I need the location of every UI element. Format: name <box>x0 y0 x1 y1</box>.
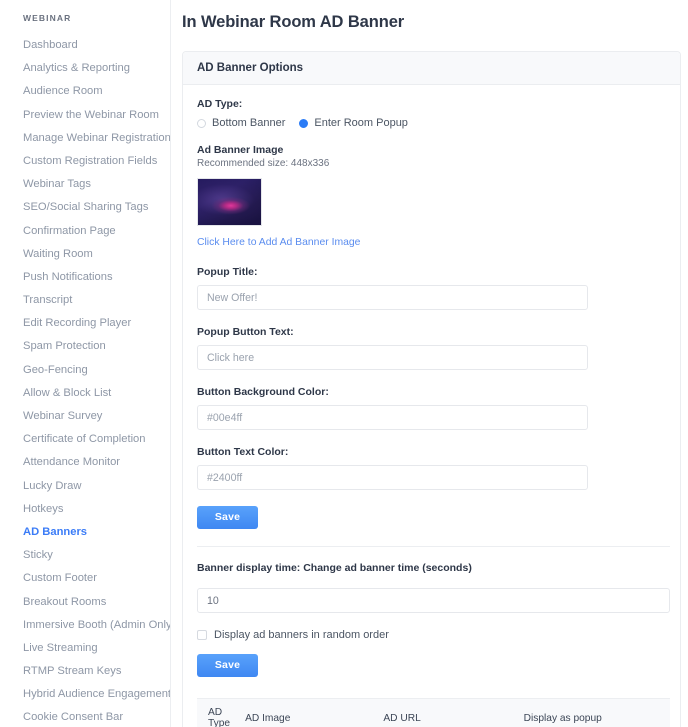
sidebar-item-webinar-tags[interactable]: Webinar Tags <box>0 173 170 196</box>
sidebar-item-certificate-of-completion[interactable]: Certificate of Completion <box>0 428 170 451</box>
sidebar-item-custom-registration-fields[interactable]: Custom Registration Fields <box>0 150 170 173</box>
random-order-row: Display ad banners in random order <box>197 629 666 641</box>
sidebar-item-geo-fencing[interactable]: Geo-Fencing <box>0 359 170 382</box>
save-display-time-button[interactable]: Save <box>197 654 258 677</box>
ad-banner-image-label: Ad Banner Image <box>197 144 284 156</box>
popup-title-label: Popup Title: <box>197 266 258 278</box>
ad-type-radio-group: Bottom Banner Enter Room Popup <box>197 117 666 129</box>
sidebar-item-ad-banners[interactable]: AD Banners <box>0 521 170 544</box>
sidebar-nav-list: Dashboard Analytics & Reporting Audience… <box>0 34 170 727</box>
add-ad-banner-image-link[interactable]: Click Here to Add Ad Banner Image <box>197 237 360 248</box>
ad-banners-table-head: AD Type AD Image AD URL Display as popup <box>197 698 670 727</box>
sidebar-item-sticky[interactable]: Sticky <box>0 544 170 567</box>
ad-banners-table: AD Type AD Image AD URL Display as popup <box>197 698 670 727</box>
banner-display-time-input[interactable] <box>197 588 670 613</box>
sidebar-item-breakout-rooms[interactable]: Breakout Rooms <box>0 591 170 614</box>
button-text-color-label: Button Text Color: <box>197 446 289 458</box>
ad-banner-image-thumbnail[interactable] <box>197 178 262 226</box>
sidebar-item-audience-room[interactable]: Audience Room <box>0 80 170 103</box>
app-root: WEBINAR Dashboard Analytics & Reporting … <box>0 0 688 727</box>
sidebar-item-seo-social-sharing-tags[interactable]: SEO/Social Sharing Tags <box>0 196 170 219</box>
popup-button-text-input[interactable] <box>197 345 588 370</box>
button-background-color-input[interactable] <box>197 405 588 430</box>
sidebar-item-cookie-consent-bar[interactable]: Cookie Consent Bar <box>0 706 170 727</box>
column-header-ad-type: AD Type <box>197 698 246 727</box>
popup-title-input[interactable] <box>197 285 588 310</box>
ad-banner-image-recommended-size: Recommended size: 448x336 <box>197 158 330 169</box>
sidebar-item-analytics-reporting[interactable]: Analytics & Reporting <box>0 57 170 80</box>
sidebar-item-webinar-survey[interactable]: Webinar Survey <box>0 405 170 428</box>
button-background-color-label: Button Background Color: <box>197 386 329 398</box>
sidebar-heading: WEBINAR <box>23 13 72 23</box>
random-order-label[interactable]: Display ad banners in random order <box>214 629 389 641</box>
column-header-display-as-popup: Display as popup <box>523 698 670 727</box>
sidebar-item-hybrid-audience-engagement[interactable]: Hybrid Audience Engagement <box>0 683 170 706</box>
sidebar-item-preview-webinar-room[interactable]: Preview the Webinar Room <box>0 104 170 127</box>
sidebar-item-edit-recording-player[interactable]: Edit Recording Player <box>0 312 170 335</box>
ad-banner-options-card: AD Banner Options AD Type: Bottom Banner… <box>182 51 681 727</box>
sidebar-item-hotkeys[interactable]: Hotkeys <box>0 498 170 521</box>
sidebar-item-rtmp-stream-keys[interactable]: RTMP Stream Keys <box>0 660 170 683</box>
button-text-color-input[interactable] <box>197 465 588 490</box>
column-header-ad-image: AD Image <box>245 698 384 727</box>
card-body: AD Type: Bottom Banner Enter Room Popup … <box>183 85 680 727</box>
sidebar-item-waiting-room[interactable]: Waiting Room <box>0 243 170 266</box>
sidebar-item-custom-footer[interactable]: Custom Footer <box>0 567 170 590</box>
page-title: In Webinar Room AD Banner <box>182 13 405 31</box>
sidebar-item-push-notifications[interactable]: Push Notifications <box>0 266 170 289</box>
radio-bottom-banner-label[interactable]: Bottom Banner <box>212 117 285 129</box>
sidebar-item-manage-webinar-registrations[interactable]: Manage Webinar Registrations <box>0 127 170 150</box>
sidebar-item-transcript[interactable]: Transcript <box>0 289 170 312</box>
sidebar: WEBINAR Dashboard Analytics & Reporting … <box>0 0 171 727</box>
card-header-title: AD Banner Options <box>183 52 680 85</box>
sidebar-item-live-streaming[interactable]: Live Streaming <box>0 637 170 660</box>
ad-type-label: AD Type: <box>197 98 243 110</box>
sidebar-item-allow-block-list[interactable]: Allow & Block List <box>0 382 170 405</box>
radio-enter-room-popup-label[interactable]: Enter Room Popup <box>314 117 408 129</box>
sidebar-item-attendance-monitor[interactable]: Attendance Monitor <box>0 451 170 474</box>
sidebar-item-confirmation-page[interactable]: Confirmation Page <box>0 220 170 243</box>
sidebar-item-immersive-booth[interactable]: Immersive Booth (Admin Only) <box>0 614 170 637</box>
sidebar-item-lucky-draw[interactable]: Lucky Draw <box>0 475 170 498</box>
popup-button-text-label: Popup Button Text: <box>197 326 294 338</box>
ad-banner-image-preview-wrap <box>197 178 666 226</box>
column-header-ad-url: AD URL <box>383 698 524 727</box>
sidebar-item-dashboard[interactable]: Dashboard <box>0 34 170 57</box>
radio-bottom-banner[interactable] <box>197 118 206 128</box>
table-header-row: AD Type AD Image AD URL Display as popup <box>197 698 670 727</box>
sidebar-item-spam-protection[interactable]: Spam Protection <box>0 335 170 358</box>
section-divider <box>197 546 670 547</box>
radio-enter-room-popup[interactable] <box>299 118 309 128</box>
save-ad-banner-options-button[interactable]: Save <box>197 506 258 529</box>
main-content: In Webinar Room AD Banner AD Banner Opti… <box>171 0 688 727</box>
random-order-checkbox[interactable] <box>197 630 207 640</box>
banner-display-time-label: Banner display time: Change ad banner ti… <box>197 562 472 574</box>
